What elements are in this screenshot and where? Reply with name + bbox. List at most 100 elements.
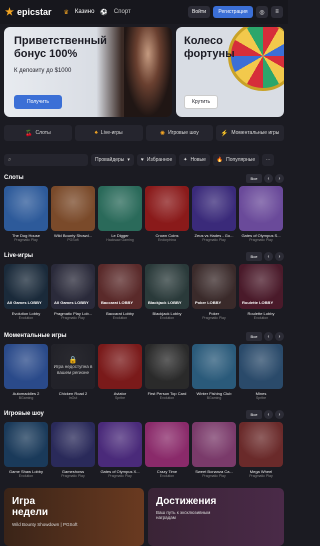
game-card[interactable]: Aviator Spribe — [98, 344, 142, 400]
game-card[interactable]: Winter Fishing Club BGaming — [192, 344, 236, 400]
game-thumbnail[interactable]: Poker LOBBY — [192, 264, 236, 309]
game-thumbnail[interactable] — [192, 186, 236, 231]
game-card[interactable]: Mega Wheel Pragmatic Play — [239, 422, 283, 478]
banner-title: Колесо фортуны — [184, 35, 235, 60]
chevron-left-icon[interactable]: ‹ — [264, 410, 273, 419]
game-card[interactable]: Sweet Bonanza Ca... Pragmatic Play — [192, 422, 236, 478]
main-nav: ♛ Казино ⚽ Спорт — [64, 9, 131, 16]
chevron-right-icon[interactable]: › — [275, 410, 284, 419]
new-icon: ✦ — [183, 157, 188, 163]
favorites-filter[interactable]: ♥ Избранное — [136, 154, 177, 166]
game-provider: Pragmatic Play — [202, 238, 226, 242]
game-card[interactable]: Blackjack LOBBY Blackjack Lobby Evolution — [145, 264, 189, 320]
game-card[interactable]: 🔒 Игра недоступна в вашем регионе Chicken … — [51, 344, 95, 400]
promo-subtitle: Wild Bounty Showdown | PGSoft — [12, 522, 78, 527]
game-thumbnail[interactable]: Baccarat LOBBY — [98, 264, 142, 309]
game-thumbnail[interactable] — [145, 186, 189, 231]
game-card[interactable]: Zeus vs Hades - Go... Pragmatic Play — [192, 186, 236, 242]
login-button[interactable]: Войти — [188, 6, 210, 18]
game-card[interactable]: Le Digger Hacksaw Gaming — [98, 186, 142, 242]
achievements-banner[interactable]: Достижения Ваш путь к эксклюзивным награ… — [148, 488, 284, 546]
providers-dropdown[interactable]: Провайдеры ▾ — [91, 154, 134, 166]
chevron-left-icon[interactable]: ‹ — [264, 174, 273, 183]
promo-title: Игра недели — [12, 496, 49, 518]
game-provider: Evolution — [112, 316, 128, 320]
game-thumbnail[interactable] — [4, 186, 48, 231]
chevron-right-icon[interactable]: › — [275, 332, 284, 341]
view-all-button[interactable]: Все — [246, 410, 262, 419]
search-input[interactable]: ⌕ — [4, 154, 88, 166]
heart-icon: ♥ — [140, 157, 144, 163]
game-provider: InOut — [68, 396, 78, 400]
game-provider: BGaming — [206, 396, 222, 400]
game-card[interactable]: Gates of Olympus S... Pragmatic Play — [239, 186, 283, 242]
game-thumbnail[interactable] — [239, 422, 283, 467]
game-thumbnail[interactable] — [98, 344, 142, 389]
game-thumbnail[interactable] — [239, 186, 283, 231]
game-thumbnail[interactable]: All Games LOBBY — [4, 264, 48, 309]
game-thumbnail[interactable]: 🔒 Игра недоступна в вашем регионе — [51, 344, 95, 389]
game-card[interactable]: Mines Spribe — [239, 344, 283, 400]
chevron-left-icon[interactable]: ‹ — [264, 332, 273, 341]
game-thumbnail[interactable] — [51, 186, 95, 231]
game-thumbnail[interactable] — [4, 344, 48, 389]
game-provider: Pragmatic Play — [108, 474, 132, 478]
game-thumbnail[interactable] — [145, 344, 189, 389]
game-card[interactable]: Baccarat LOBBY Baccarat Lobby Evolution — [98, 264, 142, 320]
game-provider: Pragmatic Play — [61, 316, 85, 320]
tab-instant[interactable]: ⚡ Моментальные игры — [216, 125, 284, 141]
game-of-week-banner[interactable]: Игра недели Wild Bounty Showdown | PGSof… — [4, 488, 144, 546]
game-card[interactable]: All Games LOBBY Evolution Lobby Evolution — [4, 264, 48, 320]
game-thumbnail[interactable] — [145, 422, 189, 467]
game-card[interactable]: First Person Top Card Evolution — [145, 344, 189, 400]
menu-icon[interactable]: ≡ — [271, 6, 283, 18]
game-card[interactable]: All Games LOBBY Pragmatic Play Lob... Prag… — [51, 264, 95, 320]
globe-icon[interactable]: ◎ — [256, 6, 268, 18]
game-card[interactable]: Automaddles 2 BGaming — [4, 344, 48, 400]
game-card[interactable]: Crown Coins Endorphina — [145, 186, 189, 242]
fortune-wheel-banner[interactable]: Колесо фортуны Крутить — [176, 27, 284, 117]
tab-slots[interactable]: 🍒 Слоты — [4, 125, 72, 141]
game-thumbnail[interactable] — [98, 422, 142, 467]
section-title: Live-игры — [4, 253, 33, 259]
popular-filter[interactable]: 🔥 Популярные — [212, 154, 260, 166]
game-thumbnail[interactable] — [192, 344, 236, 389]
nav-sport[interactable]: Спорт — [114, 9, 131, 15]
view-all-button[interactable]: Все — [246, 174, 262, 183]
tab-gameshows[interactable]: ✺ Игровые шоу — [145, 125, 214, 141]
game-card[interactable]: The Dog House Pragmatic Play — [4, 186, 48, 242]
get-bonus-button[interactable]: Получить — [14, 95, 62, 109]
chevron-right-icon[interactable]: › — [275, 174, 284, 183]
game-thumbnail[interactable]: All Games LOBBY — [51, 264, 95, 309]
more-filters-button[interactable]: ⋯ — [262, 154, 275, 166]
game-card[interactable]: Gates of Olympus X... Pragmatic Play — [98, 422, 142, 478]
live-icon: ♠ — [94, 130, 98, 136]
chevron-right-icon[interactable]: › — [275, 252, 284, 261]
game-thumbnail[interactable] — [98, 186, 142, 231]
new-filter[interactable]: ✦ Новые — [179, 154, 210, 166]
tab-live[interactable]: ♠ Live-игры — [74, 125, 143, 141]
chevron-left-icon[interactable]: ‹ — [264, 252, 273, 261]
search-icon: ⌕ — [8, 156, 12, 163]
nav-casino[interactable]: Казино — [75, 9, 95, 15]
game-card[interactable]: Wild Bounty Showd... PGSoft — [51, 186, 95, 242]
logo[interactable]: ★ epicstar — [5, 7, 52, 18]
game-thumbnail[interactable] — [4, 422, 48, 467]
game-provider: Pragmatic Play — [202, 316, 226, 320]
game-card[interactable]: Crazy Time Evolution — [145, 422, 189, 478]
game-thumbnail[interactable]: Roulette LOBBY — [239, 264, 283, 309]
game-thumbnail[interactable]: Blackjack LOBBY — [145, 264, 189, 309]
game-card[interactable]: Poker LOBBY Poker Pragmatic Play — [192, 264, 236, 320]
register-button[interactable]: Регистрация — [213, 6, 253, 18]
welcome-bonus-banner[interactable]: Приветственный бонус 100% К депозиту до … — [4, 27, 172, 117]
games-row: All Games LOBBY Evolution Lobby Evolution A… — [4, 264, 284, 320]
game-thumbnail[interactable] — [239, 344, 283, 389]
game-thumbnail[interactable] — [192, 422, 236, 467]
game-card[interactable]: Game Shaw Lobby Evolution — [4, 422, 48, 478]
spin-button[interactable]: Крутить — [184, 95, 218, 109]
view-all-button[interactable]: Все — [246, 332, 262, 341]
game-card[interactable]: Gameshows Pragmatic Play — [51, 422, 95, 478]
view-all-button[interactable]: Все — [246, 252, 262, 261]
game-thumbnail[interactable] — [51, 422, 95, 467]
game-card[interactable]: Roulette LOBBY Roulette Lobby Evolution — [239, 264, 283, 320]
